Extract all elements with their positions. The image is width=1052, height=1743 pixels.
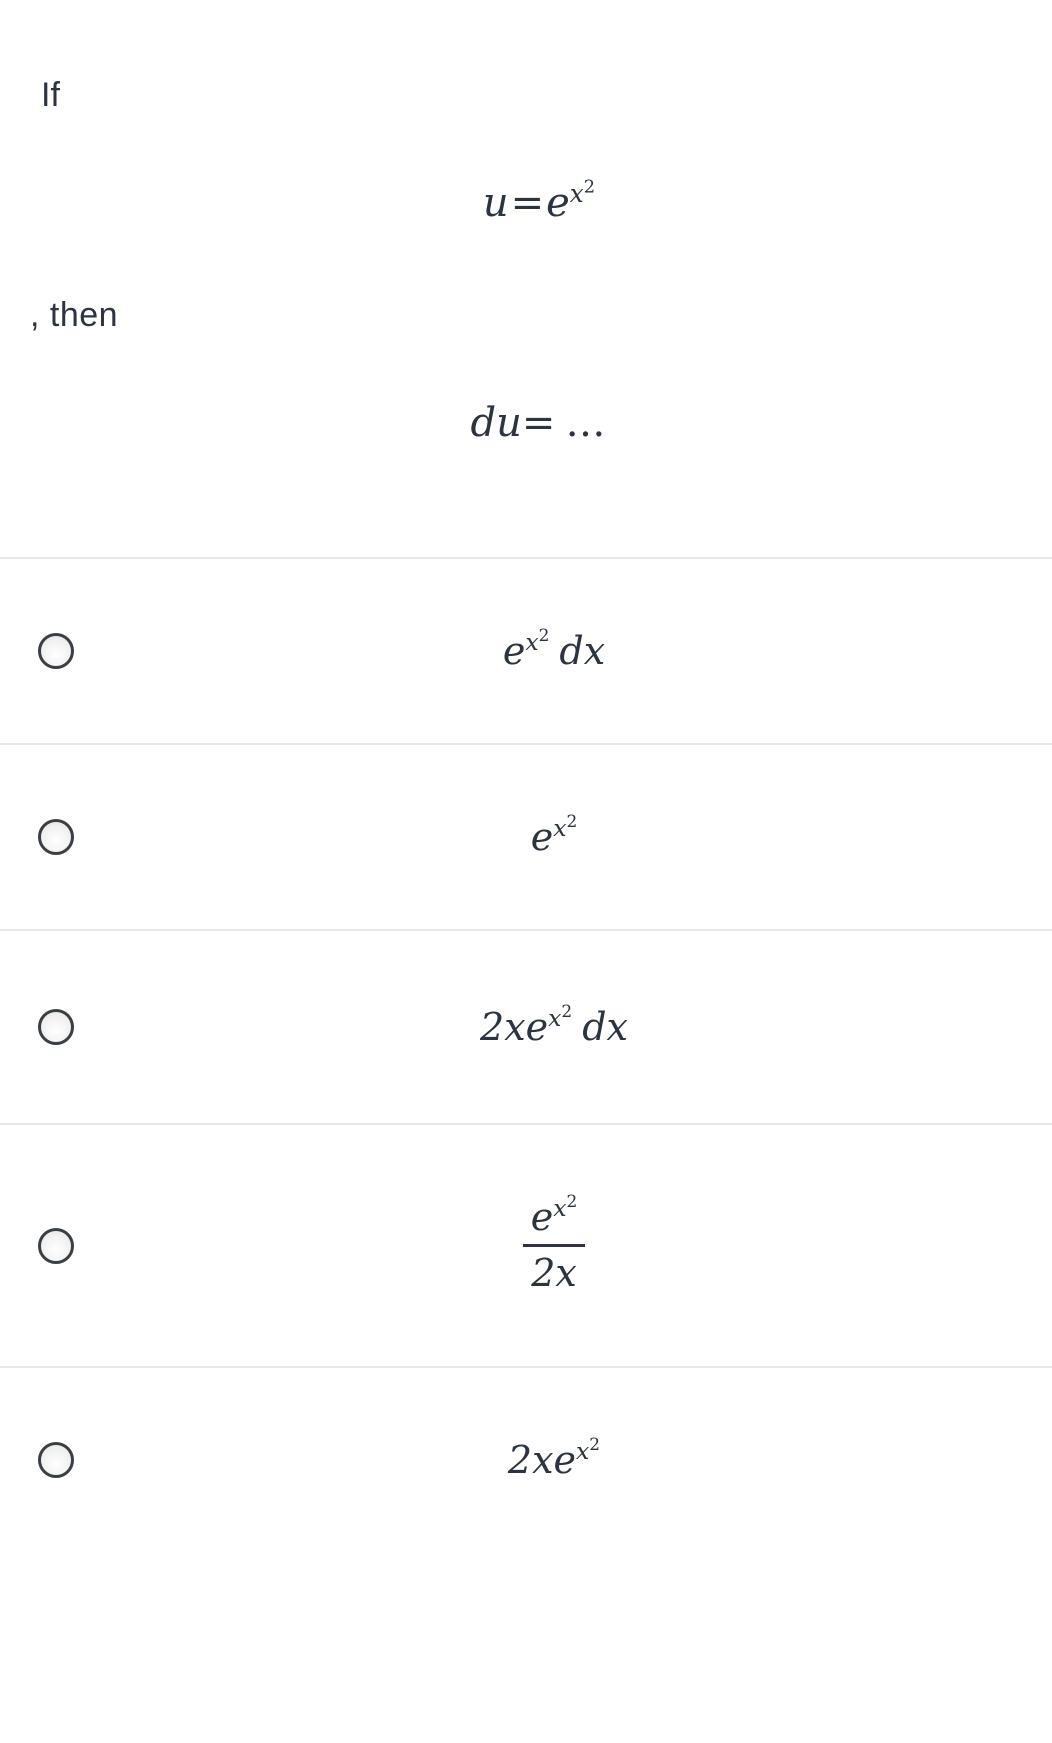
option-a-base: e [502,629,526,673]
given-equals: = [510,180,545,226]
answer-cell: ex2 dx [112,625,1052,673]
asked-formula: du=… [0,400,1052,446]
option-a-exponent-var: x [525,628,539,657]
fraction-denominator: 2x [531,1251,577,1295]
asked-equals: = [521,400,556,446]
asked-ellipsis: … [565,400,608,446]
given-lhs: u [482,180,509,226]
answer-math-option-e: 2xex2 [507,1434,601,1482]
option-a-exponent-power: 2 [538,625,550,646]
option-d-numerator-exponent-power: 2 [566,1191,578,1212]
answer-option-row[interactable]: 2xex2 [0,1366,1052,1552]
answer-cell: ex2 2x [112,1191,1052,1295]
option-c-exponent: x2 [548,1001,573,1033]
answer-math-option-c: 2xex2 dx [480,1001,628,1049]
radio-cell[interactable] [0,1009,112,1045]
option-e-coefficient: 2x [507,1438,554,1482]
answer-option-row[interactable]: 2xex2 dx [0,929,1052,1123]
radio-cell[interactable] [0,1442,112,1478]
answer-cell: ex2 [112,811,1052,859]
option-a-exponent: x2 [525,625,550,657]
option-c-exponent-var: x [548,1004,562,1033]
fraction-numerator: ex2 [523,1191,586,1242]
radio-button-option-a[interactable] [38,633,74,669]
option-d-numerator-base: e [530,1194,554,1239]
option-e-exponent: x2 [576,1434,601,1466]
answer-math-option-d: ex2 2x [522,1191,586,1295]
stem-connector-word: , then [30,296,119,334]
answer-options-list: ex2 dx ex2 2xex2 dx ex2 2x 2xex2 [0,557,1052,1552]
option-d-numerator-exponent-var: x [553,1194,567,1223]
option-b-exponent-power: 2 [566,811,578,832]
stem-lead-word: If [41,76,60,114]
radio-button-option-e[interactable] [38,1442,74,1478]
answer-math-option-b: ex2 [530,811,578,859]
option-b-base: e [530,815,554,859]
option-c-base: e [525,1005,549,1049]
radio-cell[interactable] [0,1227,112,1264]
option-c-differential: dx [582,1005,628,1049]
fraction-bar [522,1244,586,1247]
radio-button-option-b[interactable] [38,819,74,855]
option-b-exponent-var: x [553,814,567,843]
option-b-exponent: x2 [553,811,578,843]
radio-cell[interactable] [0,633,112,669]
given-base: e [546,180,570,226]
given-formula: u=ex2 [0,176,1052,226]
asked-lhs: du [470,400,522,446]
option-e-exponent-var: x [576,1437,590,1466]
option-e-base: e [553,1438,577,1482]
given-exponent: x2 [569,176,596,208]
option-c-coefficient: 2x [480,1005,526,1049]
given-exponent-var: x [569,178,584,208]
radio-button-option-d[interactable] [38,1227,74,1264]
asked-formula-math: du=… [471,400,608,446]
given-formula-math: u=ex2 [482,176,596,226]
option-c-exponent-power: 2 [561,1001,573,1022]
radio-cell[interactable] [0,819,112,855]
answer-option-row[interactable]: ex2 [0,743,1052,929]
answer-math-option-a: ex2 dx [502,625,606,673]
option-e-exponent-power: 2 [589,1434,601,1455]
answer-option-row[interactable]: ex2 dx [0,557,1052,743]
answer-option-row[interactable]: ex2 2x [0,1123,1052,1366]
radio-button-option-c[interactable] [38,1009,74,1045]
answer-cell: 2xex2 [112,1434,1052,1482]
answer-cell: 2xex2 dx [112,1001,1052,1049]
given-exponent-power: 2 [583,176,596,198]
fraction-option-d: ex2 2x [522,1191,586,1295]
option-d-numerator-exponent: x2 [553,1191,578,1223]
option-a-differential: dx [559,629,606,673]
